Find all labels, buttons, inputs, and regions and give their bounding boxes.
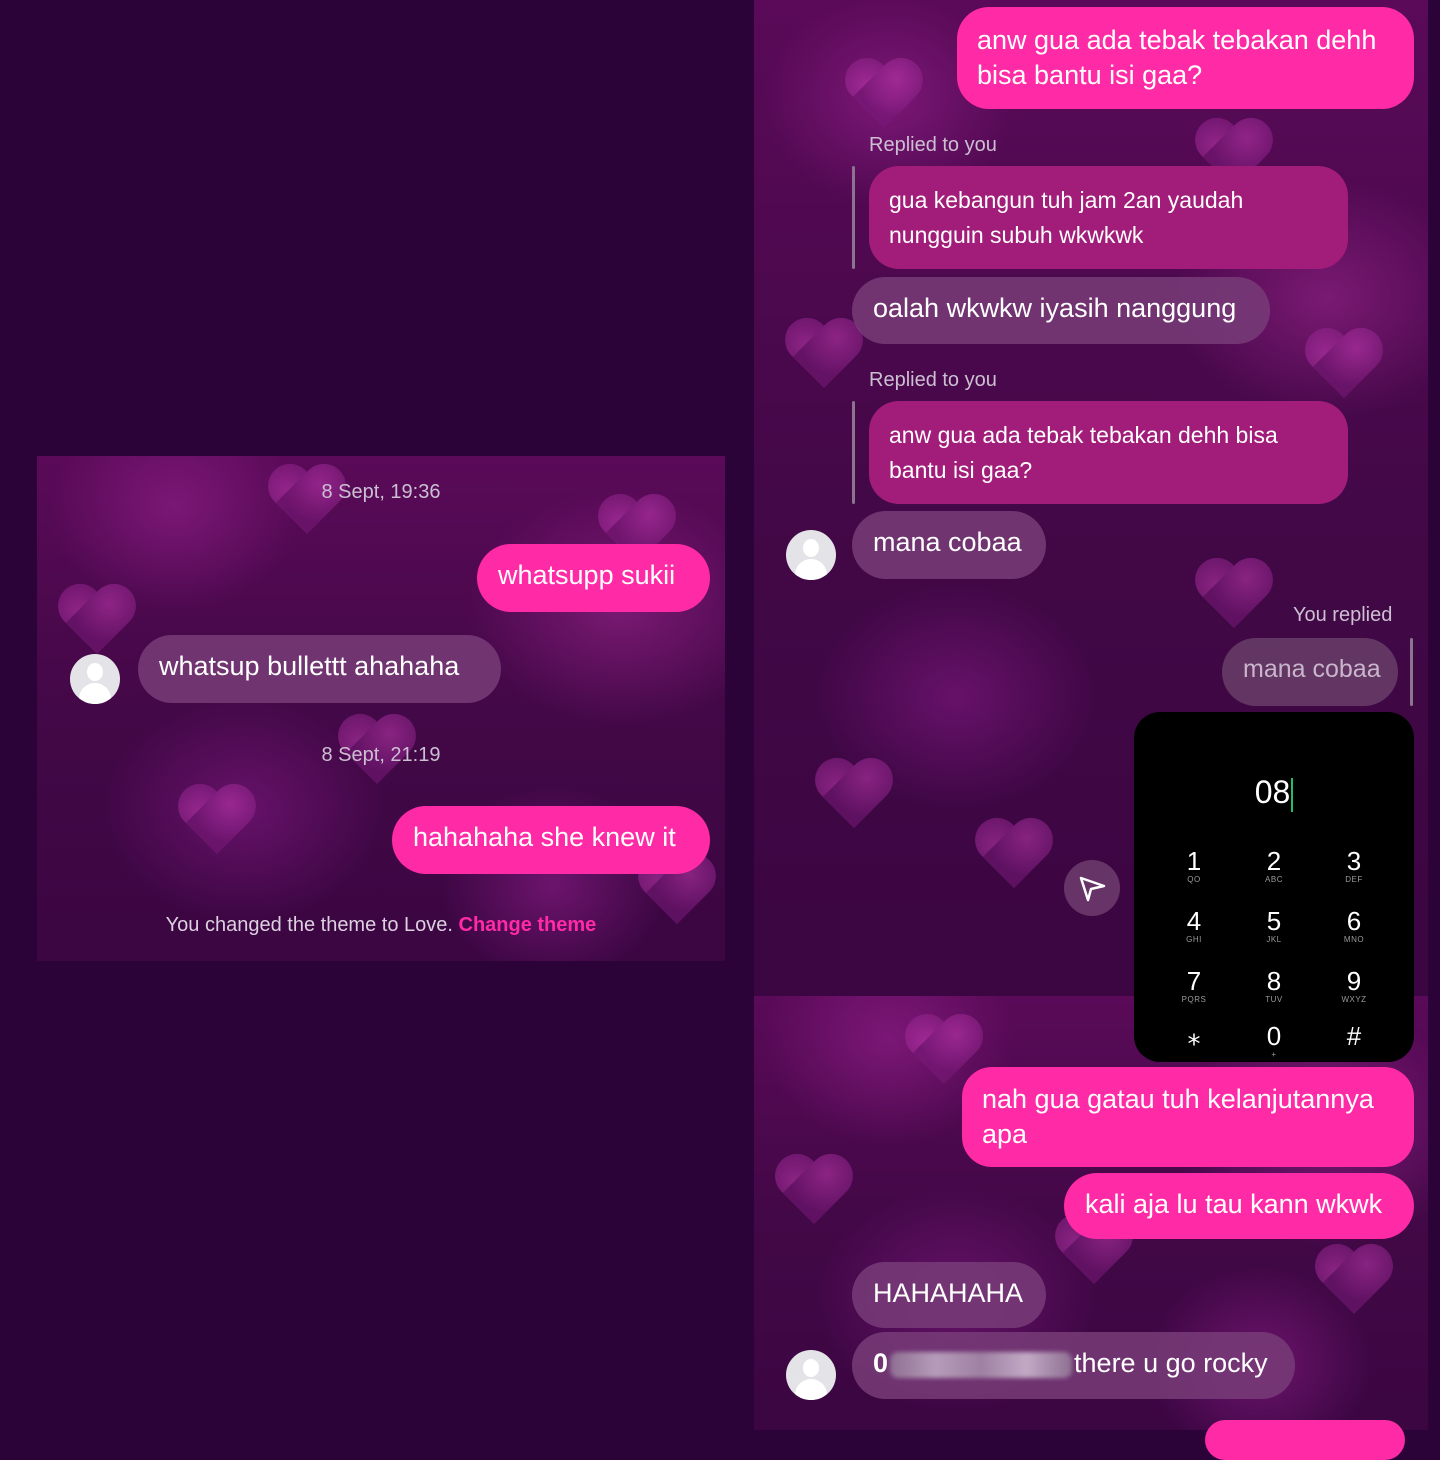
heart-decoration (1194, 560, 1274, 632)
dial-key-letters: GHI (1186, 935, 1202, 944)
dial-key-2[interactable]: 2 ABC (1244, 847, 1304, 884)
quote-bar (1410, 638, 1413, 706)
outgoing-message[interactable]: nah gua gatau tuh kelanjutannya apa (962, 1067, 1414, 1167)
dial-key-letters: + (1271, 1050, 1277, 1059)
avatar-icon[interactable] (70, 654, 120, 704)
dial-key-3[interactable]: 3 DEF (1324, 847, 1384, 884)
dial-key-12[interactable]: # (1324, 1022, 1384, 1050)
outgoing-message[interactable]: whatsupp sukii (477, 544, 710, 612)
timestamp: 8 Sept, 19:36 (321, 481, 441, 503)
quoted-message[interactable]: gua kebangun tuh jam 2an yaudah nungguin… (869, 166, 1348, 269)
dial-key-digit: 2 (1266, 846, 1282, 876)
incoming-message[interactable]: HAHAHAHA (852, 1262, 1046, 1328)
dial-key-5[interactable]: 5 JKL (1244, 907, 1304, 944)
dial-key-digit: 4 (1186, 906, 1202, 936)
outgoing-message[interactable]: anw gua ada tebak tebakan dehh bisa bant… (957, 7, 1414, 109)
dial-key-letters: DEF (1345, 875, 1363, 884)
reply-label: Replied to you (869, 369, 997, 391)
dial-key-9[interactable]: 9 WXYZ (1324, 967, 1384, 1004)
heart-decoration (1314, 1246, 1394, 1318)
dial-key-digit: 1 (1186, 846, 1202, 876)
heart-decoration (784, 320, 864, 392)
dial-key-letters: MNO (1343, 935, 1365, 944)
dial-key-letters: JKL (1266, 935, 1282, 944)
outgoing-message-partial[interactable] (1205, 1420, 1405, 1460)
dialer-screenshot[interactable]: 08 1 QO 2 ABC 3 DEF 4 GHI 5 JKL 6 MNO 7 PQRS 8 TUV 9 WXYZ… (1134, 712, 1414, 1062)
timestamp: 8 Sept, 21:19 (321, 744, 441, 766)
heart-decoration (177, 786, 257, 858)
heart-decoration (974, 820, 1054, 892)
dial-key-7[interactable]: 7 PQRS (1164, 967, 1224, 1004)
dialed-number-value: 08 (1254, 774, 1291, 810)
quote-bar (852, 401, 855, 504)
dial-key-digit: 5 (1266, 906, 1282, 936)
dial-key-digit: 8 (1266, 966, 1282, 996)
dial-key-4[interactable]: 4 GHI (1164, 907, 1224, 944)
dial-key-digit: 0 (1266, 1021, 1282, 1051)
dial-key-11[interactable]: 0 + (1244, 1022, 1304, 1059)
incoming-message[interactable]: mana cobaa (852, 511, 1046, 579)
incoming-message[interactable]: whatsup bullettt ahahaha (138, 635, 501, 703)
dial-key-digit: # (1346, 1021, 1362, 1051)
outgoing-message[interactable]: kali aja lu tau kann wkwk (1064, 1173, 1414, 1239)
dial-key-digit: ⁎ (1187, 1021, 1201, 1051)
redacted-number (890, 1351, 1073, 1378)
dial-key-digit: 7 (1186, 966, 1202, 996)
dial-key-letters: WXYZ (1341, 995, 1367, 1004)
message-prefix: 0 (873, 1348, 889, 1378)
heart-decoration (844, 60, 924, 132)
you-replied-label: You replied (1293, 604, 1393, 626)
message-suffix: there u go rocky (1074, 1348, 1268, 1378)
heart-decoration (57, 586, 137, 658)
outgoing-message[interactable]: hahahaha she knew it (392, 806, 710, 874)
message-text: anw gua ada tebak tebakan dehh bisa bant… (977, 25, 1377, 90)
theme-notice: You changed the theme to Love. Change th… (37, 914, 725, 937)
left-chat-panel (37, 456, 725, 961)
heart-decoration (774, 1156, 854, 1228)
dial-key-letters: PQRS (1181, 995, 1207, 1004)
theme-notice-text: You changed the theme to Love. (165, 914, 453, 936)
dial-key-letters: ABC (1265, 875, 1283, 884)
incoming-message[interactable]: 0 there u go rocky (852, 1332, 1295, 1399)
dial-key-6[interactable]: 6 MNO (1324, 907, 1384, 944)
text-cursor (1291, 777, 1294, 812)
quoted-own-message[interactable]: mana cobaa (1222, 638, 1398, 706)
dial-key-digit: 6 (1346, 906, 1362, 936)
message-text: nah gua gatau tuh kelanjutannya apa (982, 1084, 1374, 1149)
dial-key-8[interactable]: 8 TUV (1244, 967, 1304, 1004)
quoted-message[interactable]: anw gua ada tebak tebakan dehh bisa bant… (869, 401, 1348, 504)
dial-key-digit: 9 (1346, 966, 1362, 996)
dial-key-1[interactable]: 1 QO (1164, 847, 1224, 884)
avatar-icon[interactable] (786, 1350, 836, 1400)
incoming-message[interactable]: oalah wkwkw iyasih nanggung (852, 277, 1270, 344)
dial-key-10[interactable]: ⁎ (1164, 1022, 1224, 1050)
quote-bar (852, 166, 855, 269)
dial-key-digit: 3 (1346, 846, 1362, 876)
dial-key-letters: QO (1187, 875, 1201, 884)
dial-key-letters: TUV (1265, 995, 1283, 1004)
heart-decoration (1304, 330, 1384, 402)
reply-label: Replied to you (869, 134, 997, 156)
change-theme-link[interactable]: Change theme (459, 914, 597, 936)
send-icon[interactable] (1064, 860, 1120, 916)
dialed-number: 08 (1134, 774, 1414, 812)
avatar-icon[interactable] (786, 530, 836, 580)
heart-decoration (814, 760, 894, 832)
